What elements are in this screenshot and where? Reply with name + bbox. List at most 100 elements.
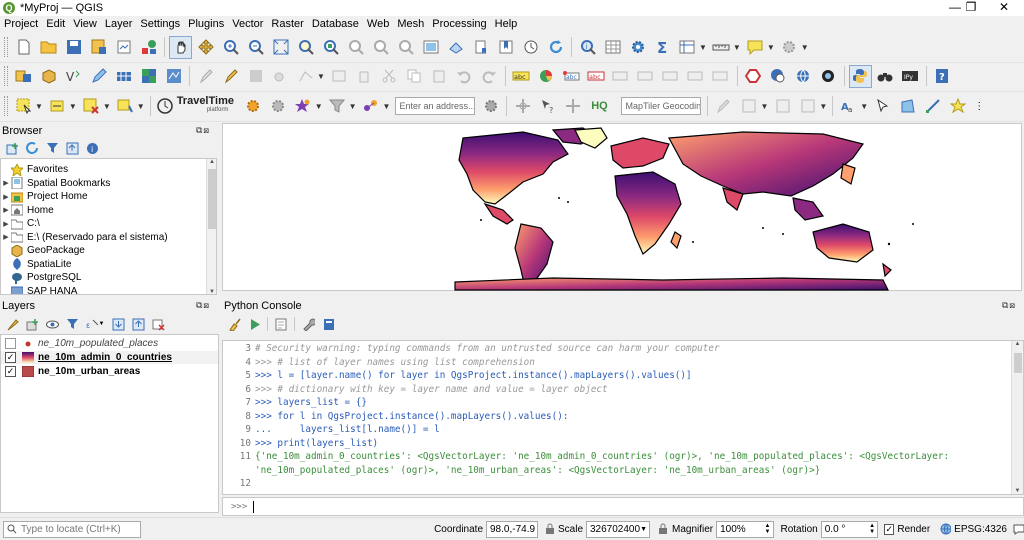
select-by-value-button[interactable] bbox=[46, 95, 69, 118]
chevron-down-icon[interactable]: ▼ bbox=[103, 102, 111, 111]
text-annotation-button[interactable]: Aa bbox=[837, 95, 860, 118]
geometry-checker-button[interactable] bbox=[742, 65, 765, 88]
world-map[interactable] bbox=[223, 124, 1023, 292]
chevron-down-icon[interactable]: ▼ bbox=[801, 43, 809, 52]
show-bookmarks-button[interactable] bbox=[494, 36, 517, 59]
expand-arrow-icon[interactable]: ▶ bbox=[1, 220, 11, 228]
chevron-down-icon[interactable]: ▼ bbox=[819, 102, 827, 111]
filter-browser-button[interactable] bbox=[43, 141, 61, 157]
add-feature-button[interactable] bbox=[269, 65, 292, 88]
chevron-down-icon[interactable]: ▼ bbox=[137, 102, 145, 111]
select-features-button[interactable] bbox=[12, 95, 35, 118]
new-3d-view-button[interactable] bbox=[444, 36, 467, 59]
deselect-features-button[interactable] bbox=[80, 95, 103, 118]
add-wms-layer-button[interactable] bbox=[112, 65, 135, 88]
zoom-next-button[interactable] bbox=[394, 36, 417, 59]
map-tips-button[interactable] bbox=[744, 36, 767, 59]
shape-digitizing-button[interactable] bbox=[796, 95, 819, 118]
marker-annotation-button[interactable] bbox=[946, 95, 969, 118]
add-selected-layers-button[interactable] bbox=[3, 141, 21, 157]
layers-panel-controls[interactable]: ⧉⊠ bbox=[196, 300, 210, 311]
menu-help[interactable]: Help bbox=[491, 16, 522, 32]
traveltime-platform-button[interactable]: TravelTime platform bbox=[155, 95, 240, 118]
new-temp-layer-button[interactable] bbox=[87, 65, 110, 88]
pan-map-button[interactable] bbox=[169, 35, 192, 59]
statistical-summary-button[interactable]: Σ bbox=[651, 36, 674, 59]
menu-web[interactable]: Web bbox=[363, 16, 393, 32]
add-vector-layer-button[interactable] bbox=[162, 65, 185, 88]
chevron-down-icon[interactable]: ▼ bbox=[349, 102, 357, 111]
snapping-button[interactable] bbox=[737, 95, 760, 118]
modify-attributes-button[interactable] bbox=[328, 65, 351, 88]
open-street-view-button[interactable] bbox=[817, 65, 840, 88]
crs-label[interactable]: EPSG:4326 bbox=[954, 524, 1007, 535]
console-panel-controls[interactable]: ⧉⊠ bbox=[1002, 300, 1016, 311]
zoom-to-selection-button[interactable] bbox=[294, 36, 317, 59]
scroll-down-icon[interactable]: ▼ bbox=[207, 289, 216, 294]
menu-layer[interactable]: Layer bbox=[101, 16, 137, 32]
traveltime-routes-button[interactable] bbox=[267, 95, 290, 118]
zoom-to-layer-button[interactable] bbox=[319, 36, 342, 59]
chevron-down-icon[interactable]: ▼ bbox=[317, 72, 325, 81]
browser-item-spatial-bookmarks[interactable]: ▶ Spatial Bookmarks bbox=[1, 177, 110, 190]
filter-button[interactable] bbox=[326, 95, 349, 118]
spin-arrows-icon[interactable]: ▲ ▼ bbox=[765, 523, 771, 536]
vertex-tool-button[interactable] bbox=[294, 65, 317, 88]
ipython-console-button[interactable]: IPy bbox=[899, 65, 922, 88]
redo-button[interactable] bbox=[478, 65, 501, 88]
zoom-full-button[interactable] bbox=[269, 36, 292, 59]
browser-panel-controls[interactable]: ⧉⊠ bbox=[196, 125, 210, 136]
delete-selected-button[interactable] bbox=[353, 65, 376, 88]
run-command-button[interactable] bbox=[245, 316, 263, 332]
polygon-annotation-button[interactable] bbox=[896, 95, 919, 118]
chevron-down-icon[interactable]: ▼ bbox=[383, 102, 391, 111]
layer-visibility-checkbox[interactable]: ✓ bbox=[5, 352, 16, 363]
geocode-button[interactable] bbox=[479, 95, 502, 118]
chevron-down-icon[interactable]: ▼ bbox=[640, 523, 647, 536]
address-search-input[interactable]: Enter an address... bbox=[395, 97, 476, 115]
annotation-select-button[interactable] bbox=[871, 95, 894, 118]
chevron-down-icon[interactable]: ▼ bbox=[760, 102, 768, 111]
browser-item-c-drive[interactable]: ▶ C:\ bbox=[1, 217, 40, 230]
refresh-button[interactable] bbox=[544, 36, 567, 59]
temporal-controller-button[interactable] bbox=[519, 36, 542, 59]
menu-database[interactable]: Database bbox=[308, 16, 363, 32]
open-field-calculator-button[interactable] bbox=[676, 36, 699, 59]
properties-button[interactable]: i bbox=[83, 141, 101, 157]
zoom-last-button[interactable] bbox=[369, 36, 392, 59]
current-edits-button[interactable] bbox=[194, 65, 217, 88]
scroll-up-icon[interactable]: ▲ bbox=[207, 159, 216, 165]
chevron-down-icon[interactable]: ▼ bbox=[767, 43, 775, 52]
traveltime-network-button[interactable] bbox=[360, 95, 383, 118]
new-bookmark-button[interactable] bbox=[469, 36, 492, 59]
coordinate-field[interactable]: 98.0,-74.9 bbox=[486, 520, 538, 538]
browser-item-e-drive[interactable]: ▶ E:\ (Reservado para el sistema) bbox=[1, 231, 168, 244]
lock-icon[interactable] bbox=[544, 523, 555, 535]
attribute-table-button[interactable] bbox=[601, 36, 624, 59]
measure-line-button[interactable] bbox=[710, 36, 733, 59]
save-as-button[interactable] bbox=[87, 36, 110, 59]
collapse-all-button[interactable] bbox=[63, 141, 81, 157]
open-layer-styling-button[interactable] bbox=[3, 316, 21, 332]
console-options-button[interactable] bbox=[299, 316, 317, 332]
layer-item-admin-countries[interactable]: ✓ ne_10m_admin_0_countries bbox=[1, 351, 218, 364]
console-input-row[interactable]: >>> bbox=[222, 497, 1024, 516]
zoom-native-button[interactable] bbox=[344, 36, 367, 59]
python-console-output[interactable]: 3 # Security warning: typing commands fro… bbox=[222, 340, 1024, 495]
rotate-label-button[interactable] bbox=[635, 65, 658, 88]
python-console-button[interactable] bbox=[848, 64, 872, 88]
browser-item-spatialite[interactable]: SpatiaLite bbox=[1, 258, 71, 271]
menu-settings[interactable]: Settings bbox=[136, 16, 184, 32]
save-edits-button[interactable] bbox=[244, 65, 267, 88]
browser-scroll-thumb[interactable] bbox=[208, 169, 216, 229]
scroll-down-icon[interactable]: ▼ bbox=[1012, 488, 1023, 494]
filter-expression-button[interactable]: ε ▼ bbox=[83, 316, 107, 332]
show-hide-labels-button[interactable]: abc bbox=[585, 65, 608, 88]
map-canvas[interactable] bbox=[222, 123, 1022, 291]
hq-button[interactable]: HQ bbox=[586, 95, 612, 118]
maptiler-geocoding-input[interactable]: MapTiler Geocodin... bbox=[621, 97, 702, 115]
show-editor-button[interactable] bbox=[272, 316, 290, 332]
crosshair-tool-button[interactable] bbox=[511, 95, 534, 118]
open-project-button[interactable] bbox=[37, 36, 60, 59]
chevron-down-icon[interactable]: ▼ bbox=[315, 102, 323, 111]
